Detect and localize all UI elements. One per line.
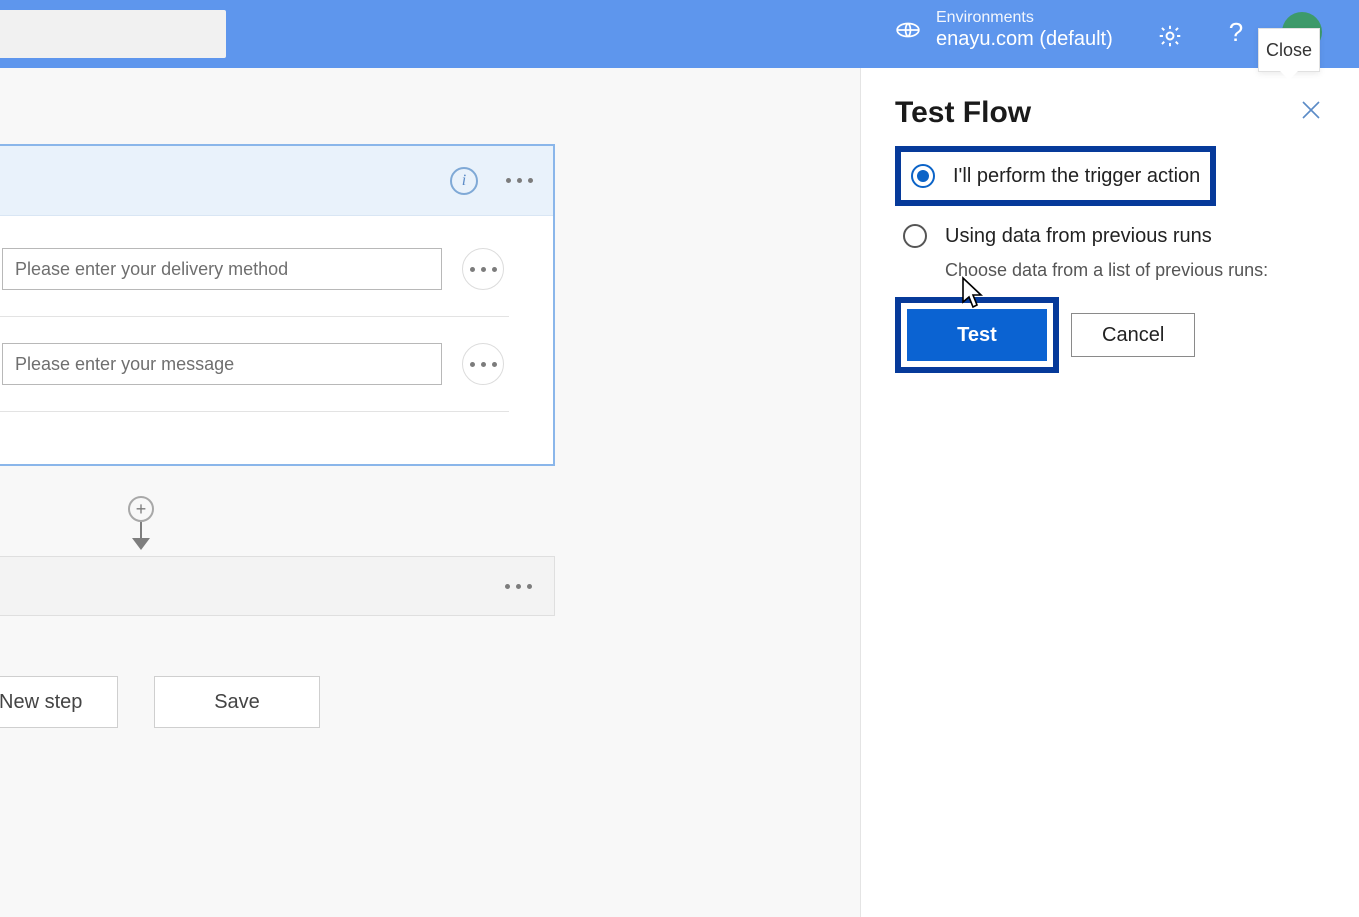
step-connector: +: [128, 496, 154, 558]
input-options-button[interactable]: [462, 343, 504, 385]
arrow-down-icon: [132, 538, 150, 550]
radio-checked-icon: [911, 164, 935, 188]
header-search-input[interactable]: [0, 10, 226, 58]
info-icon[interactable]: i: [450, 167, 478, 195]
highlight-perform-trigger: I'll perform the trigger action: [895, 146, 1216, 206]
cancel-button-label: Cancel: [1102, 324, 1164, 347]
highlight-test-button: Test: [895, 297, 1059, 373]
globe-icon: [894, 16, 922, 44]
environment-picker[interactable]: Environments enayu.com (default): [894, 8, 1113, 51]
delivery-method-input[interactable]: [2, 248, 442, 290]
cancel-button[interactable]: Cancel: [1071, 313, 1195, 357]
test-button[interactable]: Test: [907, 309, 1047, 361]
plus-icon: +: [136, 500, 147, 518]
divider: [0, 316, 509, 317]
save-label: Save: [214, 691, 260, 714]
input-row: [0, 234, 535, 304]
close-icon: [1300, 99, 1322, 121]
ellipsis-icon: [470, 259, 497, 279]
new-step-label: New step: [0, 691, 82, 714]
save-button[interactable]: Save: [154, 676, 320, 728]
test-flow-panel: Test Flow I'll perform the trigger actio…: [860, 68, 1359, 917]
environment-label: Environments: [936, 8, 1113, 27]
add-step-button[interactable]: +: [128, 496, 154, 522]
app-header: Environments enayu.com (default) ?: [0, 0, 1359, 68]
environment-name: enayu.com (default): [936, 27, 1113, 51]
message-input[interactable]: [2, 343, 442, 385]
help-icon: ?: [1229, 17, 1243, 48]
option-perform-trigger[interactable]: I'll perform the trigger action: [903, 154, 1208, 198]
help-button[interactable]: ?: [1222, 18, 1250, 46]
ellipsis-icon: [470, 354, 497, 374]
close-tooltip-label: Close: [1266, 40, 1312, 61]
new-step-button[interactable]: New step: [0, 676, 118, 728]
trigger-card[interactable]: i: [0, 144, 555, 466]
action-card[interactable]: [0, 556, 555, 616]
trigger-card-menu[interactable]: [506, 171, 533, 191]
divider: [0, 411, 509, 412]
gear-icon: [1157, 23, 1183, 49]
option-previous-runs[interactable]: Using data from previous runs: [895, 214, 1325, 258]
option-perform-label: I'll perform the trigger action: [953, 165, 1200, 188]
trigger-card-body: [0, 216, 553, 464]
close-tooltip: Close: [1258, 28, 1320, 72]
input-options-button[interactable]: [462, 248, 504, 290]
trigger-card-header[interactable]: i: [0, 146, 553, 216]
test-button-label: Test: [957, 324, 997, 347]
action-card-menu[interactable]: [505, 576, 532, 596]
radio-unchecked-icon: [903, 224, 927, 248]
panel-title: Test Flow: [895, 96, 1325, 130]
previous-runs-desc: Choose data from a list of previous runs…: [895, 260, 1325, 281]
input-row: [0, 329, 535, 399]
panel-close-button[interactable]: [1297, 96, 1325, 124]
option-previous-label: Using data from previous runs: [945, 225, 1212, 248]
settings-button[interactable]: [1156, 22, 1184, 50]
